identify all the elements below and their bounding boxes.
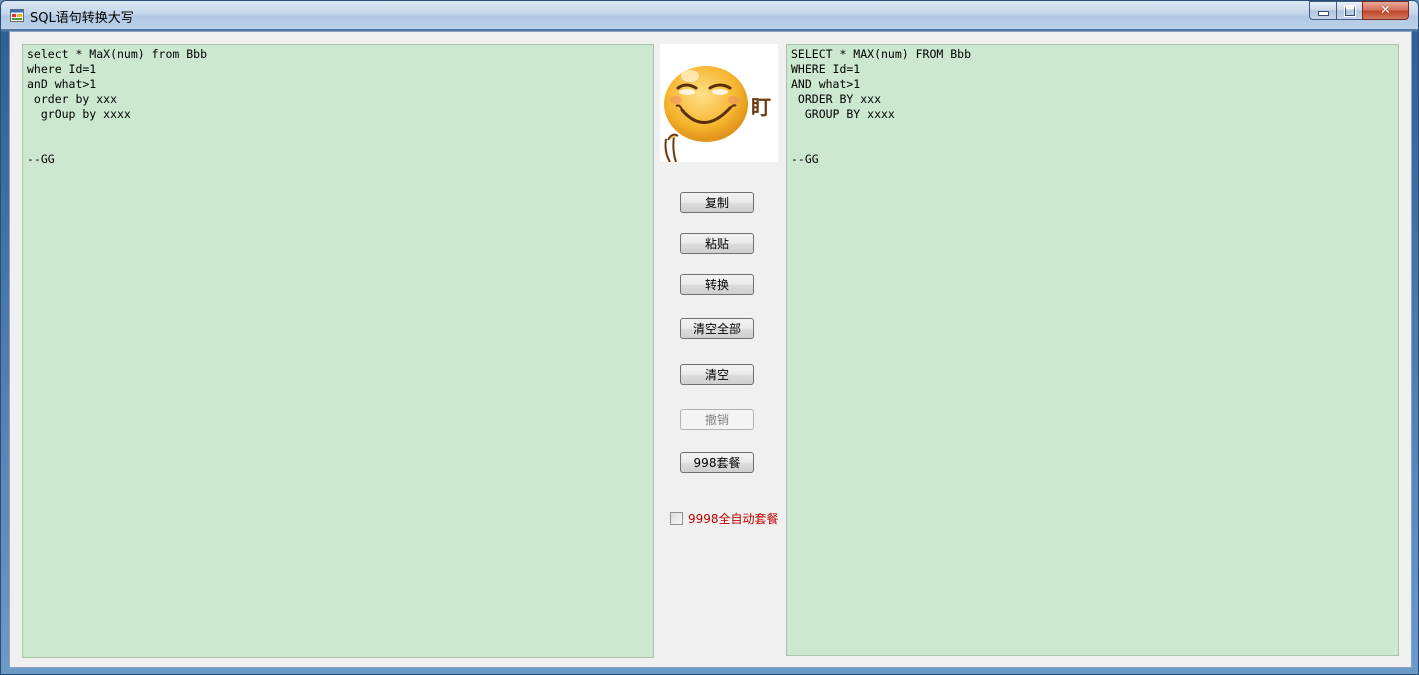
minimize-icon xyxy=(1317,11,1329,16)
auto-package-checkbox[interactable] xyxy=(670,511,683,525)
window-title: SQL语句转换大写 xyxy=(30,11,134,26)
title-bar[interactable]: SQL语句转换大写 ✕ xyxy=(1,1,1418,29)
package-998-button[interactable]: 998套餐 xyxy=(680,452,754,473)
undo-button[interactable]: 撤销 xyxy=(680,409,754,430)
app-window: SQL语句转换大写 ✕ select * MaX(num) from Bbb w… xyxy=(0,0,1419,675)
copy-button[interactable]: 复制 xyxy=(680,192,754,213)
close-icon: ✕ xyxy=(1380,3,1391,18)
form-client-area: select * MaX(num) from Bbb where Id=1 an… xyxy=(9,31,1412,668)
source-sql-textbox[interactable]: select * MaX(num) from Bbb where Id=1 an… xyxy=(22,44,654,658)
maximize-button[interactable] xyxy=(1336,1,1362,20)
app-icon xyxy=(10,9,24,22)
clear-all-button[interactable]: 清空全部 xyxy=(680,318,754,339)
stamp-text: 盯 xyxy=(751,95,771,119)
auto-package-option[interactable]: 9998全自动套餐 xyxy=(670,510,779,526)
convert-button[interactable]: 转换 xyxy=(680,274,754,295)
maximize-icon xyxy=(1343,4,1356,17)
staring-face-image: 盯 xyxy=(660,44,778,163)
staring-face-emoji: 盯 xyxy=(664,66,771,163)
auto-package-label[interactable]: 9998全自动套餐 xyxy=(688,510,779,527)
minimize-button[interactable] xyxy=(1309,1,1336,20)
paste-button[interactable]: 粘贴 xyxy=(680,233,754,254)
uppercase-sql-textbox[interactable]: SELECT * MAX(num) FROM Bbb WHERE Id=1 AN… xyxy=(786,44,1399,656)
close-button[interactable]: ✕ xyxy=(1362,1,1409,20)
clear-button[interactable]: 清空 xyxy=(680,364,754,385)
caption-buttons: ✕ xyxy=(1309,1,1409,21)
